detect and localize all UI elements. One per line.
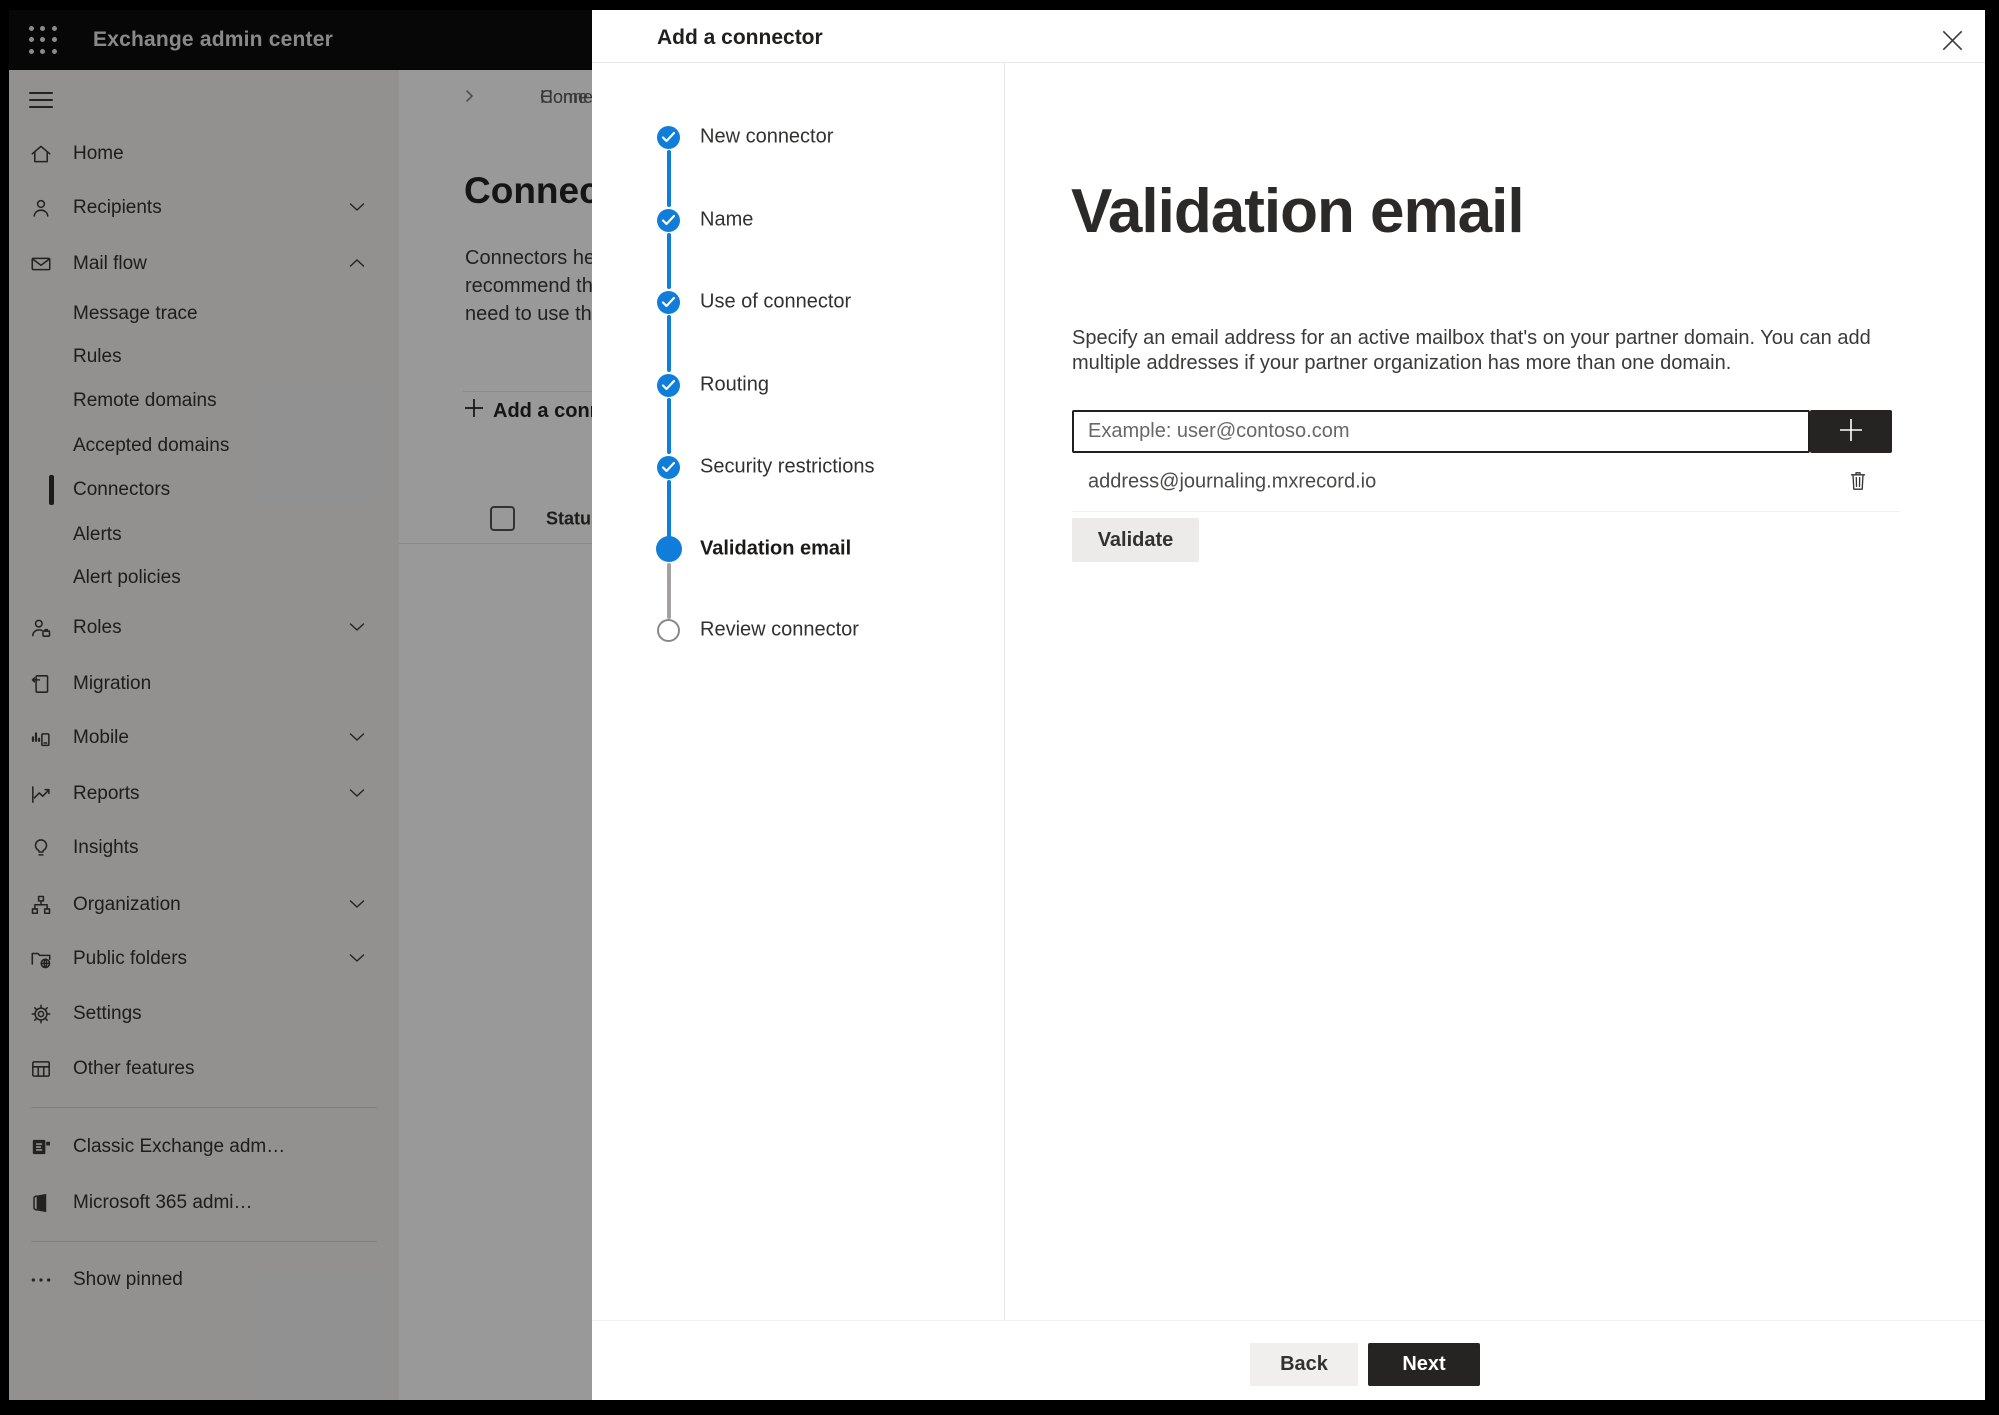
step-validation-email[interactable]: Validation email: [700, 538, 851, 561]
add-email-button[interactable]: [1810, 410, 1892, 453]
back-button[interactable]: Back: [1250, 1343, 1358, 1386]
step-completed-icon: [657, 208, 680, 232]
step-completed-icon: [657, 290, 680, 314]
step-description-line: multiple addresses if your partner organ…: [1072, 352, 1732, 374]
email-address-row: address@journaling.mxrecord.io: [1072, 453, 1900, 512]
plus-icon: [1836, 415, 1866, 448]
wizard-stepper: New connector Name Use of connector Rout…: [592, 63, 1005, 1320]
email-address-value: address@journaling.mxrecord.io: [1088, 470, 1377, 493]
step-connector-line: [667, 233, 671, 289]
close-icon: [1942, 30, 1963, 54]
add-connector-dialog: Add a connector New connector Name Use o…: [592, 10, 1985, 1400]
step-review-connector[interactable]: Review connector: [700, 619, 859, 642]
delete-address-button[interactable]: [1842, 466, 1874, 498]
dialog-header: Add a connector: [592, 10, 1985, 63]
step-connector-line: [667, 398, 671, 454]
step-completed-icon: [657, 125, 680, 149]
step-upcoming-icon: [657, 618, 680, 642]
close-button[interactable]: [1933, 23, 1971, 61]
dialog-footer: Back Next: [592, 1320, 1985, 1400]
step-new-connector[interactable]: New connector: [700, 126, 833, 149]
step-current-icon: [656, 536, 682, 562]
step-connector-line: [667, 315, 671, 372]
step-security-restrictions[interactable]: Security restrictions: [700, 456, 875, 479]
step-name[interactable]: Name: [700, 209, 753, 232]
trash-icon: [1847, 469, 1869, 496]
step-description-line: Specify an email address for an active m…: [1072, 327, 1871, 349]
step-completed-icon: [657, 373, 680, 397]
validation-email-input[interactable]: [1072, 410, 1810, 453]
next-button[interactable]: Next: [1368, 1343, 1480, 1386]
step-routing[interactable]: Routing: [700, 374, 769, 397]
step-connector-line: [667, 150, 671, 207]
step-use-of-connector[interactable]: Use of connector: [700, 291, 851, 314]
dialog-title: Add a connector: [657, 26, 823, 49]
step-description: Specify an email address for an active m…: [1072, 326, 1871, 376]
step-completed-icon: [657, 455, 680, 479]
step-heading: Validation email: [1071, 177, 1525, 246]
validate-button[interactable]: Validate: [1072, 518, 1199, 562]
step-connector-line: [667, 563, 671, 619]
step-connector-line: [667, 480, 671, 537]
